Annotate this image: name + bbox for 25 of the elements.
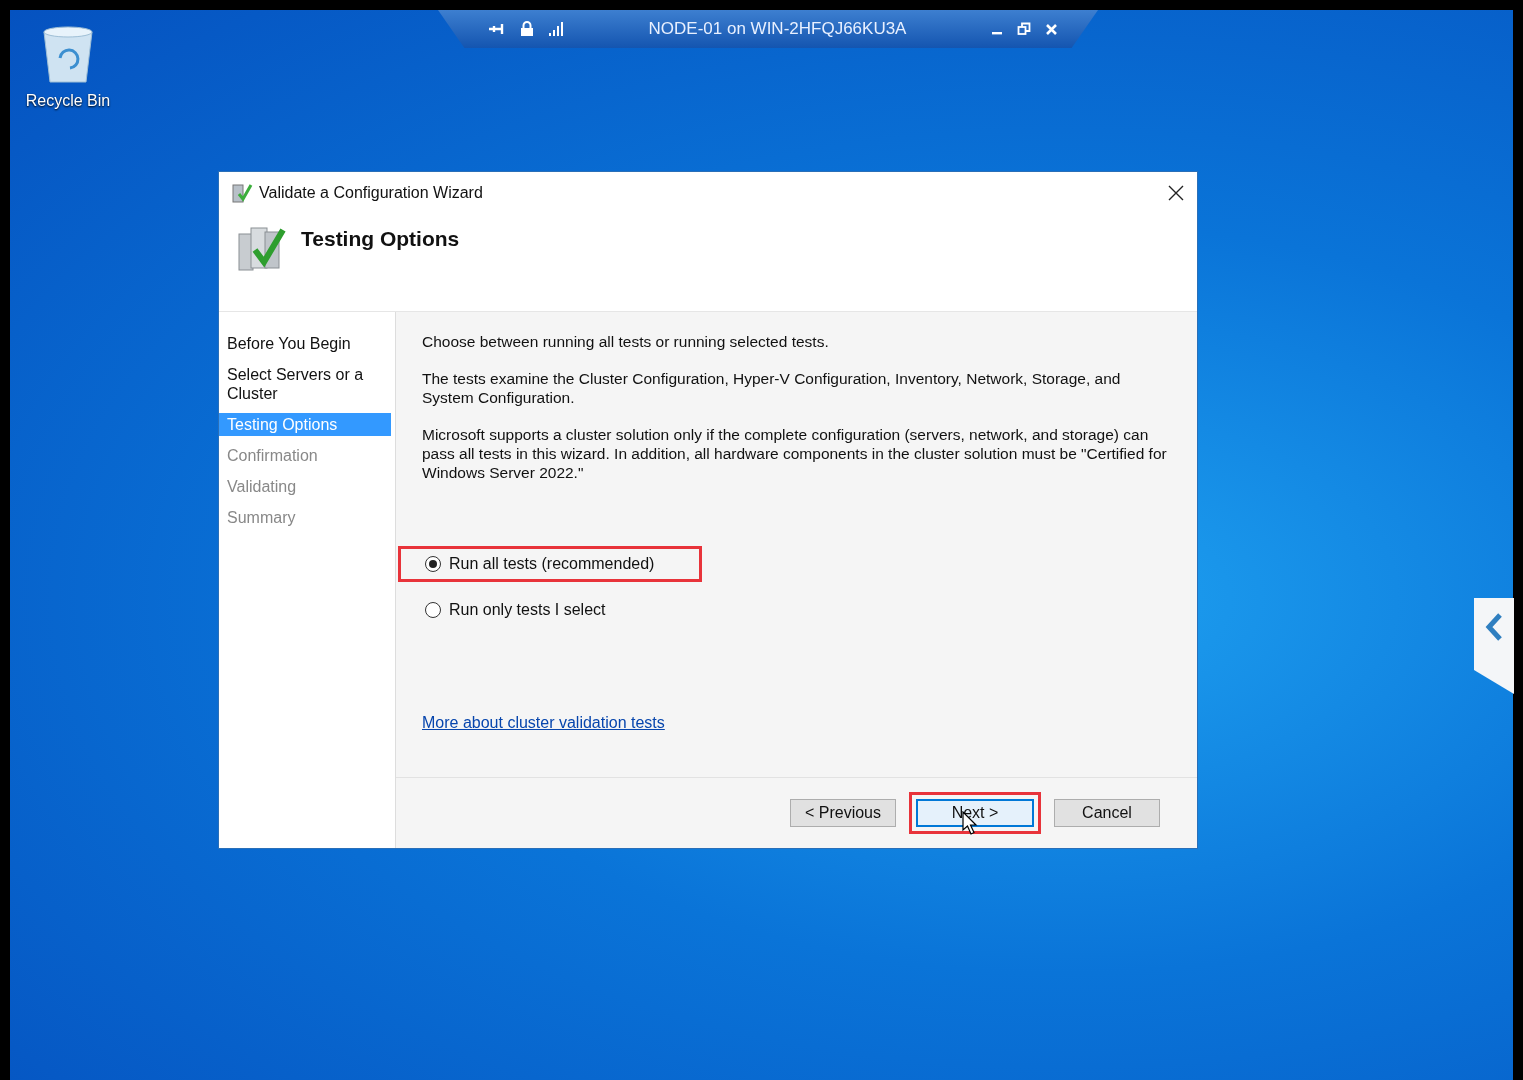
description-text: The tests examine the Cluster Configuration, Hyper-V Configuration, Inventory, Network, Storage, and System Configuration.	[422, 369, 1122, 407]
radio-option[interactable]: Run only tests I select	[398, 592, 702, 628]
pin-icon[interactable]	[488, 22, 506, 36]
wizard-step[interactable]: Before You Begin	[219, 332, 391, 355]
window-title: Validate a Configuration Wizard	[259, 184, 483, 202]
radio-button[interactable]	[425, 556, 441, 572]
close-icon[interactable]	[1167, 184, 1185, 202]
description-text: Choose between running all tests or running selected tests.	[422, 332, 830, 351]
wizard-step[interactable]: Select Servers or a Cluster	[219, 363, 391, 405]
help-link[interactable]: More about cluster validation tests	[422, 714, 665, 731]
radio-button[interactable]	[425, 602, 441, 618]
servers-check-icon	[237, 224, 287, 272]
signal-icon[interactable]	[548, 21, 564, 37]
lock-icon[interactable]	[520, 21, 534, 37]
page-heading: Testing Options	[301, 227, 460, 251]
wizard-button[interactable]: Cancel	[1054, 799, 1160, 827]
desktop-icon-label[interactable]: Recycle Bin	[25, 92, 111, 110]
radio-option[interactable]: Run all tests (recommended)	[398, 546, 702, 582]
description-text: Microsoft supports a cluster solution only if the complete configuration (servers, network, and storage) can pass all tests in this wizard. In addition, all hardware components in the cluster solution must be "Certified for Windows Server 2022."	[422, 425, 1168, 482]
connection-title: NODE-01 on WIN-2HFQJ66KU3A	[647, 19, 908, 39]
wizard-button[interactable]: < Previous	[790, 799, 896, 827]
wizard-icon	[231, 182, 253, 204]
chevron-left-icon	[1484, 612, 1504, 642]
side-tab[interactable]	[1474, 598, 1514, 694]
restore-icon[interactable]	[1017, 22, 1031, 36]
